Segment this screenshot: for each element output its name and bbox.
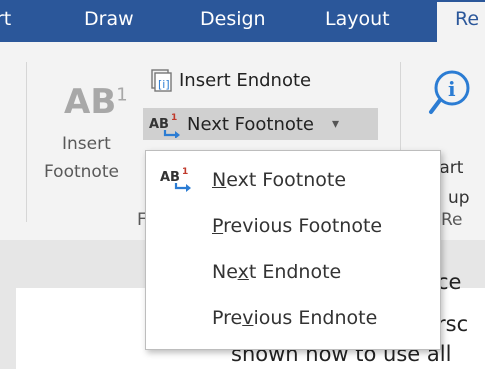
endnote-icon: [i] bbox=[149, 67, 175, 93]
tab-insert-partial[interactable]: rt bbox=[0, 2, 11, 42]
menu-item-next-endnote[interactable]: Next Endnote bbox=[146, 249, 440, 295]
ribbon-separator bbox=[26, 62, 27, 222]
next-footnote-icon: AB 1 bbox=[158, 165, 198, 200]
tab-references[interactable]: Re bbox=[437, 2, 485, 42]
insert-footnote-label-2: Footnote bbox=[44, 162, 119, 182]
menu-item-previous-footnote[interactable]: Previous Footnote bbox=[146, 203, 440, 249]
group-label-research-partial: Re bbox=[441, 210, 463, 230]
svg-text:AB: AB bbox=[149, 117, 169, 132]
insert-footnote-label-1: Insert bbox=[62, 134, 111, 154]
svg-text:i: i bbox=[448, 77, 456, 101]
menu-item-label: Previous Endnote bbox=[212, 307, 378, 329]
menu-item-label: Next Endnote bbox=[212, 261, 342, 283]
chevron-down-icon[interactable]: ▾ bbox=[332, 116, 339, 132]
svg-text:[i]: [i] bbox=[158, 78, 170, 91]
tab-design[interactable]: Design bbox=[200, 2, 266, 42]
svg-text:AB: AB bbox=[160, 170, 180, 185]
svg-text:1: 1 bbox=[171, 113, 177, 123]
next-footnote-icon: AB 1 bbox=[147, 110, 187, 139]
next-footnote-label: Next Footnote bbox=[187, 113, 315, 135]
next-footnote-menu: AB 1 Next Footnote Previous Footnote Nex… bbox=[145, 150, 441, 350]
info-icon: i bbox=[428, 68, 474, 124]
insert-endnote-button[interactable]: [i] Insert Endnote bbox=[149, 64, 311, 96]
smart-lookup-label-2: up bbox=[448, 188, 470, 208]
footnote-icon: AB1 bbox=[64, 82, 128, 122]
menu-item-label: Next Footnote bbox=[212, 169, 347, 191]
ribbon-tab-bar: rt Draw Design Layout Re bbox=[0, 0, 485, 42]
menu-item-label: Previous Footnote bbox=[212, 215, 383, 237]
menu-item-previous-endnote[interactable]: Previous Endnote bbox=[146, 295, 440, 341]
tab-layout[interactable]: Layout bbox=[325, 2, 390, 42]
tab-draw[interactable]: Draw bbox=[84, 2, 134, 42]
svg-text:1: 1 bbox=[182, 167, 188, 177]
document-text-line: rsc bbox=[437, 312, 469, 336]
next-footnote-button[interactable]: AB 1 Next Footnote ▾ bbox=[143, 108, 378, 140]
insert-endnote-label: Insert Endnote bbox=[179, 69, 312, 91]
insert-footnote-button[interactable]: AB1 Insert Footnote bbox=[38, 76, 142, 200]
menu-item-next-footnote[interactable]: AB 1 Next Footnote bbox=[146, 157, 440, 203]
